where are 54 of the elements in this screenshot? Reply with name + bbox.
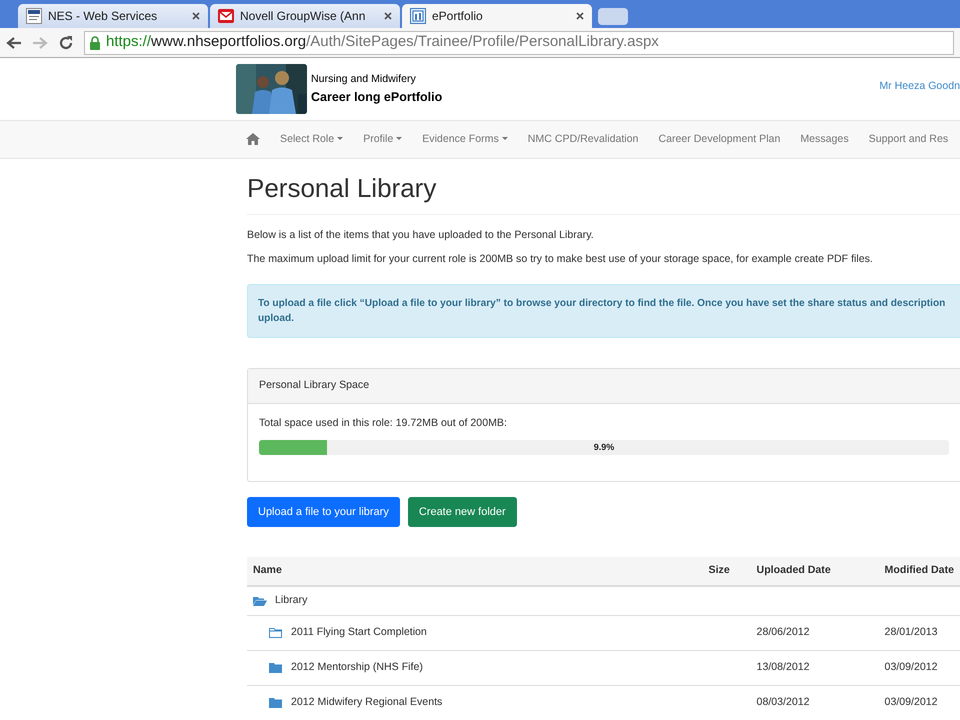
date-text: 03/09/2012 — [884, 660, 938, 673]
brand-title: Career long ePortfolio — [311, 88, 442, 106]
close-icon — [192, 12, 200, 20]
column-header: Modified Date — [878, 557, 960, 586]
intro-text: Below is a list of the items that you have uploaded to the Personal Library. — [247, 228, 595, 244]
date-text: 28/06/2012 — [756, 626, 810, 638]
browser-tab[interactable]: Novell GroupWise (Ann — [210, 4, 400, 28]
nav-link[interactable]: Support and Res — [858, 132, 958, 148]
folder-icon — [269, 662, 283, 674]
folder-icon — [269, 696, 283, 709]
nes-logo-icon — [26, 8, 42, 24]
intro-text: The maximum upload limit for your current role is 200MB so try to make best use of your storage space, for example create PDF files. — [247, 252, 874, 268]
nav-link[interactable]: Messages — [790, 132, 859, 148]
column-header: Uploaded Date — [750, 557, 879, 586]
brand-subtitle: Nursing and Midwifery — [311, 72, 417, 87]
folder-name[interactable]: 2012 Midwifery Regional Events — [291, 694, 442, 711]
portfolio-icon — [410, 8, 426, 24]
panel-heading: Personal Library Space — [248, 368, 960, 404]
folder-name[interactable]: 2012 Mentorship (NHS Fife) — [291, 660, 423, 676]
column-header: Name — [247, 557, 703, 586]
address-bar[interactable]: https://www.nhseportfolios.org/Auth/SitePages/Trainee/Profile/PersonalLibrary.aspx — [84, 30, 954, 54]
date-text: 03/09/2012 — [884, 696, 938, 708]
page-title: Personal Library — [247, 173, 960, 216]
nav-link[interactable]: Career Development Plan — [648, 132, 790, 148]
date-text: 28/01/2013 — [884, 626, 938, 638]
folder-name[interactable]: 2011 Flying Start Completion — [291, 625, 427, 641]
home-icon — [246, 132, 260, 145]
folder-icon — [269, 626, 283, 639]
browser-tab[interactable]: NES - Web Services — [18, 4, 208, 28]
user-link[interactable]: Mr Heeza Goodn — [879, 79, 960, 95]
nav-link[interactable]: Profile — [353, 132, 412, 148]
url-text: https://www.nhseportfolios.org/Auth/SitePages/Trainee/Profile/PersonalLibrary.aspx — [106, 32, 659, 52]
envelope-icon — [218, 8, 234, 24]
reload-icon — [58, 34, 74, 50]
usage-text: Total space used in this role: 19.72MB out of 200MB: — [259, 416, 508, 431]
forward-icon — [32, 36, 48, 50]
upload-button[interactable]: Upload a file to your library — [247, 496, 400, 528]
folder-name[interactable]: Library — [275, 593, 308, 610]
nav-link[interactable]: Evidence Forms — [412, 132, 518, 148]
info-alert: To upload a file click “Upload a file to your library” to browse your directory to find the file. Once you have set the share status and description upload. — [247, 284, 960, 338]
nav-link[interactable]: Select Role — [270, 132, 354, 148]
date-text: 13/08/2012 — [756, 660, 810, 673]
close-icon — [384, 12, 392, 20]
lock-icon — [89, 36, 101, 50]
column-header: Size — [702, 557, 751, 586]
new-tab-button[interactable] — [598, 8, 628, 25]
browser-tab[interactable]: ePortfolio — [402, 4, 592, 28]
close-icon — [576, 12, 584, 20]
progress-reading: 9.9% — [592, 440, 616, 454]
nav-link[interactable]: NMC CPD/Revalidation — [518, 132, 648, 148]
new-folder-button[interactable]: Create new folder — [408, 496, 517, 528]
open-folder-icon — [253, 595, 267, 608]
date-text: 08/03/2012 — [756, 696, 810, 708]
back-icon — [6, 36, 22, 50]
